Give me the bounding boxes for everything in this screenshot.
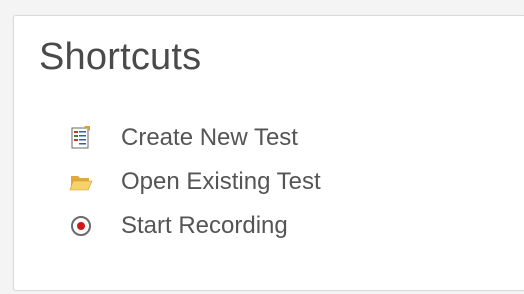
shortcut-label: Open Existing Test — [121, 168, 321, 195]
record-icon — [69, 214, 93, 238]
shortcut-label: Create New Test — [121, 124, 298, 151]
shortcut-create-new-test[interactable]: Create New Test — [69, 116, 321, 160]
shortcut-list: Create New Test Open Existing Test Start… — [69, 116, 321, 248]
record-icon-dot — [77, 222, 85, 230]
shortcuts-panel: Shortcuts Create New Test Open Existing … — [13, 15, 524, 291]
shortcut-label: Start Recording — [121, 212, 288, 239]
shortcut-start-recording[interactable]: Start Recording — [69, 204, 321, 248]
shortcut-open-existing-test[interactable]: Open Existing Test — [69, 160, 321, 204]
new-test-document-icon — [69, 126, 93, 150]
panel-title: Shortcuts — [39, 36, 202, 78]
folder-open-icon — [69, 170, 93, 194]
